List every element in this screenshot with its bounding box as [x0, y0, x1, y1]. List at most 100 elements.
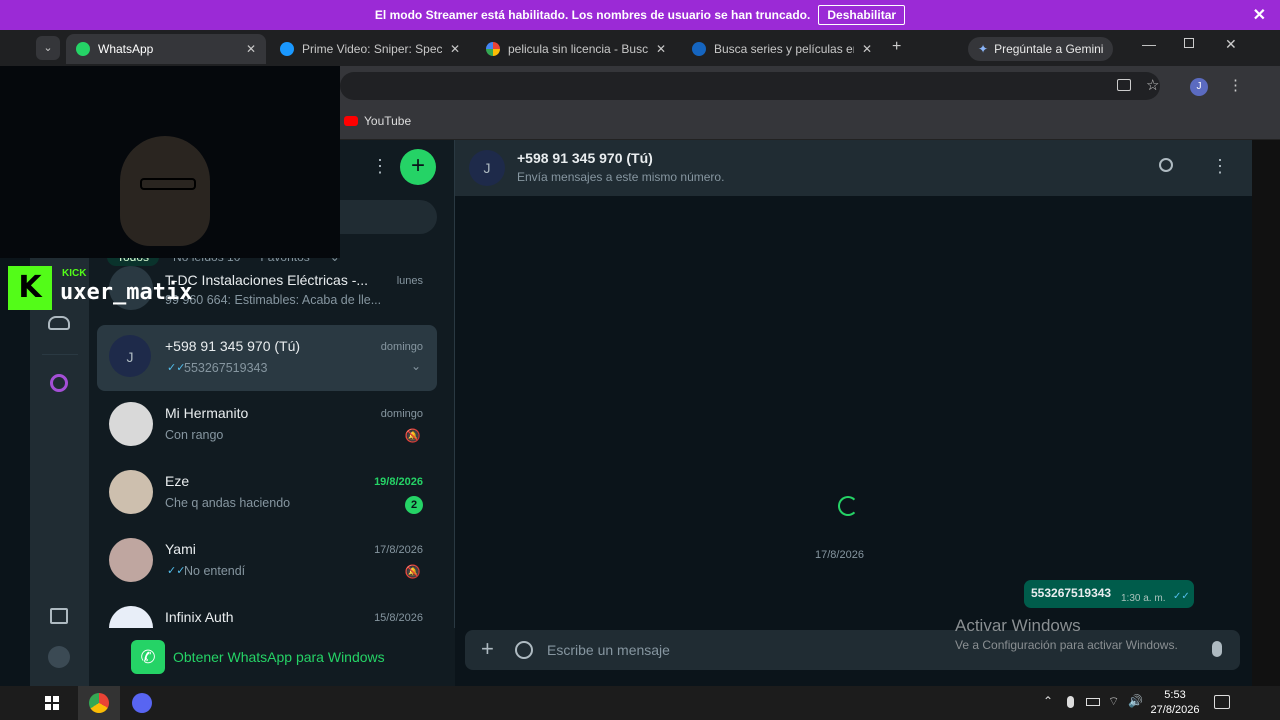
tab-whatsapp[interactable]: WhatsApp ✕ [66, 34, 266, 64]
watermark-title: Activar Windows [955, 616, 1081, 635]
chat-item[interactable]: Mi Hermanito Con rango domingo 🔕 [97, 392, 437, 458]
menu-kebab-icon[interactable]: ⋮ [1228, 76, 1243, 94]
activate-windows-watermark: Activar Windows Ve a Configuración para … [955, 616, 1178, 652]
close-tab-icon[interactable]: ✕ [656, 42, 666, 56]
streamer-face [120, 136, 210, 246]
sticker-icon[interactable] [515, 641, 533, 659]
disable-streamer-button[interactable]: Deshabilitar [818, 5, 906, 25]
install-app-icon[interactable] [1117, 79, 1131, 91]
close-tab-icon[interactable]: ✕ [246, 42, 256, 56]
close-tab-icon[interactable]: ✕ [450, 42, 460, 56]
restore-icon[interactable] [1184, 38, 1194, 48]
chrome-taskbar-icon[interactable] [78, 686, 120, 720]
chat-item-selected[interactable]: J +598 91 345 970 (Tú) ✓✓ 553267519343 d… [97, 325, 437, 391]
windows-taskbar: ⌃ ⌔ 🔊 5:53 27/8/2026 [0, 686, 1280, 720]
get-windows-app-banner[interactable]: ✆ Obtener WhatsApp para Windows [89, 628, 455, 686]
chat-item[interactable]: Infinix Auth 15/8/2026 [97, 596, 437, 628]
chat-date: 15/8/2026 [374, 612, 423, 624]
avatar [109, 606, 153, 628]
tab-label: pelicula sin licencia - Buscar c [508, 42, 648, 56]
site-icon [692, 42, 706, 56]
avatar [109, 538, 153, 582]
gemini-button[interactable]: ✦ Pregúntale a Gemini [968, 37, 1114, 61]
windows-app-label: Obtener WhatsApp para Windows [173, 649, 385, 665]
new-tab-icon[interactable]: + [892, 38, 901, 56]
tab-search-series[interactable]: Busca series y películas en Pa ✕ [682, 34, 882, 64]
search-icon[interactable] [1159, 158, 1173, 172]
meta-ai-icon[interactable] [50, 374, 68, 392]
chat-date: 19/8/2026 [374, 476, 423, 488]
muted-bell-icon: 🔕 [404, 428, 421, 443]
read-ticks-icon: ✓✓ [1173, 591, 1190, 602]
volume-tray-icon[interactable]: 🔊 [1128, 694, 1143, 708]
taskbar-clock[interactable]: 5:53 27/8/2026 [1150, 688, 1200, 718]
loading-spinner-icon [838, 496, 858, 516]
muted-bell-icon: 🔕 [404, 564, 421, 579]
date-chip: 17/8/2026 [815, 549, 864, 561]
conversation-panel: J +598 91 345 970 (Tú) Envía mensajes a … [455, 140, 1252, 686]
chat-item[interactable]: Yami ✓✓ No entendí 17/8/2026 🔕 [97, 528, 437, 594]
tab-prime-video[interactable]: Prime Video: Sniper: Special C ✕ [270, 34, 470, 64]
clock-time: 5:53 [1164, 689, 1186, 701]
minimize-icon[interactable]: — [1142, 36, 1156, 52]
webcam-overlay [0, 66, 340, 258]
chat-name: Infinix Auth [165, 609, 234, 625]
chat-date: domingo [380, 341, 423, 353]
notifications-icon[interactable] [1214, 695, 1230, 709]
profile-icon[interactable] [48, 646, 70, 668]
new-chat-button[interactable]: + [400, 149, 436, 185]
bookmark-youtube[interactable]: YouTube [344, 114, 411, 128]
chevron-down-icon[interactable]: ⌄ [411, 359, 421, 373]
omnibox[interactable] [340, 72, 1160, 100]
close-icon[interactable]: ✕ [1253, 5, 1266, 25]
chat-date: domingo [380, 408, 423, 420]
contact-subtitle: Envía mensajes a este mismo número. [517, 170, 725, 184]
bookmark-star-icon[interactable]: ☆ [1146, 76, 1159, 94]
wifi-tray-icon[interactable]: ⌔ [1108, 694, 1119, 709]
microphone-icon[interactable] [1212, 641, 1222, 657]
close-tab-icon[interactable]: ✕ [862, 42, 872, 56]
kick-label: KICK [62, 268, 87, 279]
mic-tray-icon[interactable] [1067, 696, 1074, 708]
attach-plus-icon[interactable]: + [481, 636, 494, 662]
chat-item[interactable]: Eze Che q andas haciendo 19/8/2026 2 [97, 460, 437, 526]
close-window-icon[interactable]: ✕ [1225, 36, 1237, 53]
tab-google-search[interactable]: pelicula sin licencia - Buscar c ✕ [476, 34, 676, 64]
profile-avatar[interactable]: J [1190, 78, 1208, 96]
message-text: 553267519343 [1031, 586, 1112, 600]
read-ticks-icon: ✓✓ [167, 565, 186, 577]
communities-icon[interactable] [48, 316, 70, 330]
contact-name[interactable]: +598 91 345 970 (Tú) [517, 150, 653, 166]
contact-avatar[interactable]: J [469, 150, 505, 186]
conversation-header [455, 140, 1252, 196]
tab-label: Busca series y películas en Pa [714, 42, 854, 56]
youtube-icon [344, 116, 358, 126]
media-icon[interactable] [50, 608, 68, 624]
tab-label: WhatsApp [98, 42, 154, 56]
gemini-icon: ✦ [978, 42, 989, 56]
streamer-glasses [140, 178, 196, 190]
chat-date: lunes [396, 275, 423, 287]
discord-taskbar-icon[interactable] [132, 693, 152, 713]
list-menu-icon[interactable]: ⋮ [371, 156, 389, 177]
outgoing-message[interactable]: 553267519343 1:30 a. m. ✓✓ [1024, 580, 1194, 608]
chat-preview: Che q andas haciendo [165, 496, 291, 510]
whatsapp-logo-icon: ✆ [131, 640, 165, 674]
battery-tray-icon[interactable] [1086, 698, 1100, 706]
windows-start-icon[interactable] [45, 696, 59, 710]
gemini-label: Pregúntale a Gemini [994, 42, 1104, 56]
bookmark-label: YouTube [364, 114, 412, 128]
message-input[interactable]: Escribe un mensaje [547, 642, 670, 658]
kick-logo-icon: K [8, 266, 52, 310]
tab-search-button[interactable]: ⌄ [36, 36, 60, 60]
whatsapp-icon [76, 42, 90, 56]
chat-name: +598 91 345 970 (Tú) [165, 338, 301, 354]
avatar: J [109, 335, 151, 377]
chat-name: Eze [165, 473, 190, 489]
tray-chevron-icon[interactable]: ⌃ [1043, 694, 1053, 708]
watermark-subtitle: Ve a Configuración para activar Windows. [955, 638, 1178, 652]
unread-badge: 2 [405, 496, 423, 514]
conversation-menu-icon[interactable]: ⋮ [1211, 156, 1229, 177]
clock-date: 27/8/2026 [1150, 704, 1200, 716]
avatar [109, 470, 153, 514]
